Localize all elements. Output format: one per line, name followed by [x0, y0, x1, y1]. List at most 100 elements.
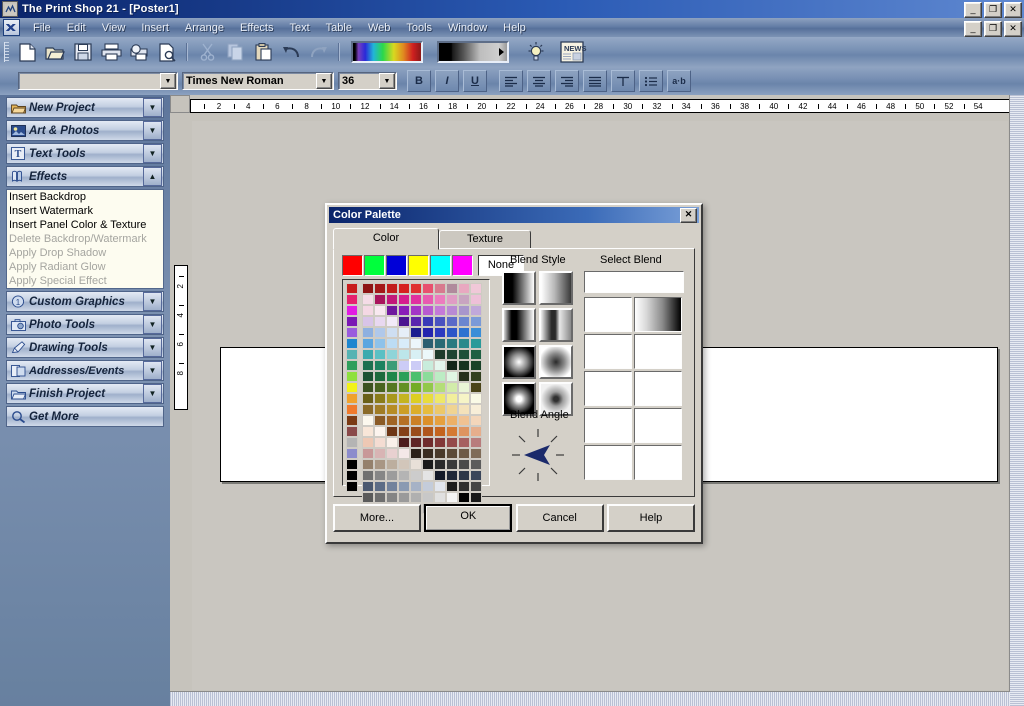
select-blend-slot-2[interactable]: [634, 297, 682, 332]
save-icon[interactable]: [70, 39, 96, 65]
color-swatch[interactable]: [422, 437, 434, 448]
color-swatch[interactable]: [422, 349, 434, 360]
color-swatch[interactable]: [446, 294, 458, 305]
color-grid-hue-swatch[interactable]: [346, 360, 358, 371]
color-swatch[interactable]: [410, 382, 422, 393]
color-swatch[interactable]: [410, 349, 422, 360]
color-swatch[interactable]: [422, 305, 434, 316]
color-swatch[interactable]: [386, 382, 398, 393]
color-swatch[interactable]: [434, 305, 446, 316]
color-swatch[interactable]: [362, 492, 374, 503]
font-size-combo[interactable]: 36 ▼: [338, 72, 397, 90]
color-swatch[interactable]: [458, 437, 470, 448]
select-blend-slot-9[interactable]: [584, 445, 632, 480]
basic-color-red[interactable]: [342, 255, 363, 276]
color-swatch[interactable]: [362, 371, 374, 382]
color-swatch[interactable]: [458, 338, 470, 349]
color-swatch[interactable]: [410, 316, 422, 327]
color-swatch[interactable]: [374, 448, 386, 459]
color-swatch[interactable]: [386, 492, 398, 503]
color-swatch[interactable]: [470, 327, 482, 338]
color-swatch[interactable]: [362, 481, 374, 492]
color-grid-hue-swatch[interactable]: [346, 459, 358, 470]
color-swatch[interactable]: [398, 371, 410, 382]
select-blend-slot-4[interactable]: [634, 334, 682, 369]
color-swatch[interactable]: [446, 481, 458, 492]
color-swatch[interactable]: [434, 492, 446, 503]
help-button[interactable]: Help: [606, 504, 695, 532]
color-swatch[interactable]: [434, 404, 446, 415]
color-swatch[interactable]: [458, 360, 470, 371]
color-swatch[interactable]: [386, 404, 398, 415]
color-swatch[interactable]: [410, 481, 422, 492]
color-swatch[interactable]: [362, 437, 374, 448]
underline-button[interactable]: U: [463, 70, 487, 92]
sidebar-item-addresses-events[interactable]: Addresses/Events ▼: [6, 360, 164, 381]
color-swatch[interactable]: [410, 415, 422, 426]
color-swatch[interactable]: [470, 360, 482, 371]
blend-style-linear-light-dark[interactable]: [539, 271, 573, 305]
color-swatch[interactable]: [362, 360, 374, 371]
spacing-button[interactable]: a·b: [667, 70, 691, 92]
color-swatch[interactable]: [422, 316, 434, 327]
color-swatch[interactable]: [434, 327, 446, 338]
color-swatch[interactable]: [410, 305, 422, 316]
color-swatch[interactable]: [362, 294, 374, 305]
color-swatch[interactable]: [458, 283, 470, 294]
color-swatch[interactable]: [398, 393, 410, 404]
color-swatch[interactable]: [410, 437, 422, 448]
color-swatch[interactable]: [398, 415, 410, 426]
color-swatch[interactable]: [458, 426, 470, 437]
select-blend-slot-7[interactable]: [584, 408, 632, 443]
color-swatch[interactable]: [386, 426, 398, 437]
color-swatch[interactable]: [422, 415, 434, 426]
chevron-down-icon[interactable]: ▼: [143, 144, 162, 163]
color-swatch[interactable]: [434, 459, 446, 470]
color-swatch[interactable]: [410, 459, 422, 470]
color-grid-hue-swatch[interactable]: [346, 437, 358, 448]
cancel-button[interactable]: Cancel: [515, 504, 604, 532]
mdi-minimize-button[interactable]: _: [964, 21, 982, 37]
color-swatch[interactable]: [374, 338, 386, 349]
color-swatch[interactable]: [470, 371, 482, 382]
menu-item-file[interactable]: File: [25, 20, 59, 36]
color-swatch[interactable]: [422, 404, 434, 415]
color-swatch[interactable]: [470, 294, 482, 305]
color-swatch[interactable]: [446, 382, 458, 393]
align-right-button[interactable]: [555, 70, 579, 92]
color-grid-hue-swatch[interactable]: [346, 415, 358, 426]
color-swatch[interactable]: [446, 305, 458, 316]
color-grid-swatches[interactable]: [362, 283, 486, 514]
color-swatch[interactable]: [362, 470, 374, 481]
select-blend-slot-6[interactable]: [634, 371, 682, 406]
submenu-item-insert-backdrop[interactable]: Insert Backdrop: [7, 190, 163, 204]
color-swatch[interactable]: [374, 316, 386, 327]
color-swatch[interactable]: [470, 426, 482, 437]
color-swatch[interactable]: [470, 349, 482, 360]
color-swatch[interactable]: [446, 371, 458, 382]
color-swatch[interactable]: [422, 459, 434, 470]
blend-style-linear-mirror-dark[interactable]: [539, 308, 573, 342]
color-swatch[interactable]: [422, 283, 434, 294]
color-swatch[interactable]: [374, 305, 386, 316]
color-swatch[interactable]: [362, 338, 374, 349]
color-swatch[interactable]: [470, 404, 482, 415]
color-swatch[interactable]: [446, 360, 458, 371]
color-swatch[interactable]: [398, 437, 410, 448]
color-swatch[interactable]: [409, 359, 423, 372]
new-icon[interactable]: [14, 39, 40, 65]
dialog-close-button[interactable]: ✕: [680, 208, 697, 223]
menu-item-table[interactable]: Table: [318, 20, 360, 36]
color-swatch[interactable]: [434, 393, 446, 404]
text-frame-button[interactable]: [611, 70, 635, 92]
cut-icon[interactable]: [194, 39, 220, 65]
color-swatch[interactable]: [446, 404, 458, 415]
color-swatch[interactable]: [470, 492, 482, 503]
color-swatch[interactable]: [434, 382, 446, 393]
tab-texture[interactable]: Texture: [439, 230, 531, 249]
color-swatch[interactable]: [410, 294, 422, 305]
color-swatch[interactable]: [374, 283, 386, 294]
color-swatch[interactable]: [410, 404, 422, 415]
color-swatch[interactable]: [362, 349, 374, 360]
copy-icon[interactable]: [222, 39, 248, 65]
